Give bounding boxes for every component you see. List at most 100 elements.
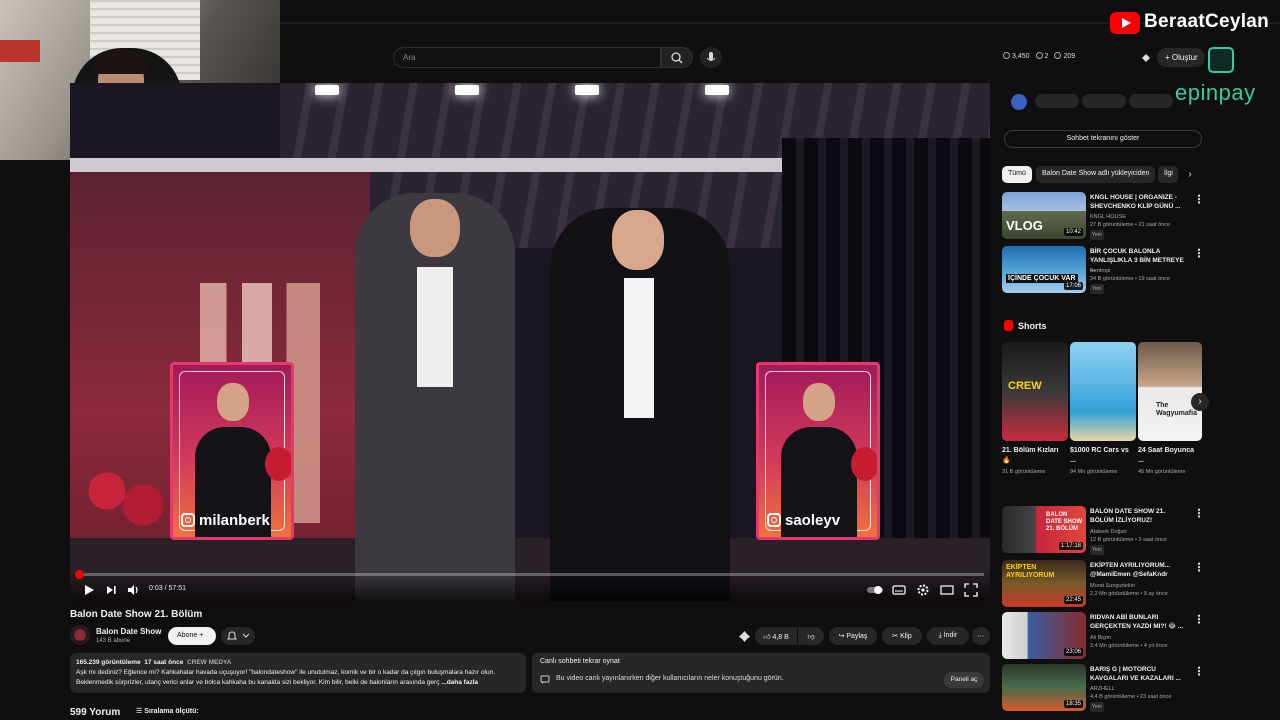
- dislike-button[interactable]: 👎︎: [798, 627, 824, 645]
- clip-icon: ✂: [892, 633, 901, 640]
- chip-related[interactable]: İlgi: [1158, 166, 1178, 183]
- video-title[interactable]: RIDVAN ABİ BUNLARI GERÇEKTEN YAZDI MI?! …: [1090, 613, 1186, 631]
- host-shirt: [624, 278, 654, 418]
- video-title[interactable]: EKİPTEN AYRILIYORUM... @MamiEmen @SefaKn…: [1090, 561, 1186, 579]
- more-icon[interactable]: [1197, 562, 1201, 572]
- chip-uploader[interactable]: Balon Date Show adlı yükleyiciden: [1036, 166, 1156, 183]
- chip-all[interactable]: Tümü: [1002, 166, 1032, 183]
- shorts-next-button[interactable]: ›: [1191, 393, 1209, 411]
- streamer-name: BeraatCeylan: [1144, 11, 1270, 32]
- video-title[interactable]: BARIŞ G | MOTORCU KAVGALARI VE KAZALARI …: [1090, 665, 1186, 683]
- channel-name[interactable]: Balon Date Show: [96, 627, 161, 636]
- channel-subscribers: 143 B abone: [96, 638, 131, 644]
- video-title[interactable]: BALON DATE SHOW 21. BÖLÜM İZLİYORUZ!: [1090, 507, 1186, 525]
- clock-icon: [1003, 52, 1010, 59]
- progress-scrubber[interactable]: [74, 570, 84, 579]
- channel-avatar[interactable]: [70, 625, 90, 645]
- progress-bar[interactable]: [74, 570, 984, 579]
- thumb-text: VLOG: [1006, 218, 1043, 233]
- description-tag[interactable]: CREW MEDYA: [187, 659, 232, 666]
- search-input[interactable]: Ara: [393, 47, 661, 68]
- share-button[interactable]: ↪ Paylaş: [829, 627, 877, 645]
- next-icon[interactable]: [104, 583, 118, 597]
- more-actions-button[interactable]: ⋯: [972, 627, 990, 645]
- notification-button[interactable]: [221, 627, 255, 645]
- epin-logo-icon: [1208, 47, 1234, 73]
- ceiling-light: [455, 85, 479, 95]
- create-button[interactable]: + Oluştur: [1157, 48, 1205, 67]
- thumb-text: CREW: [1008, 380, 1042, 392]
- webcam-person-hair: [94, 50, 148, 74]
- video-truss: [70, 158, 850, 172]
- host-shirt: [417, 267, 453, 387]
- more-icon[interactable]: [1197, 248, 1201, 258]
- subtitles-icon[interactable]: [892, 583, 906, 597]
- shorts-header: Shorts: [1004, 320, 1047, 331]
- chips-next-button[interactable]: ›: [1181, 166, 1199, 184]
- sort-button[interactable]: ☰ Sıralama ölçütü:: [136, 707, 199, 715]
- short-thumbnail[interactable]: The Wagyumafia: [1138, 342, 1202, 441]
- volume-icon[interactable]: [126, 583, 140, 597]
- video-thumbnail[interactable]: 23:06: [1002, 612, 1086, 659]
- coins-stat: 209: [1054, 52, 1075, 60]
- video-duration: 17:06: [1063, 282, 1083, 290]
- ceiling-light: [315, 85, 339, 95]
- short-title[interactable]: 24 Saat Boyunca ...: [1138, 446, 1200, 466]
- more-icon[interactable]: [1197, 614, 1201, 624]
- clip-button[interactable]: ✂ Klip: [882, 627, 922, 645]
- video-thumbnail[interactable]: BALON DATE SHOW 21. BÖLÜM 1:17:18: [1002, 506, 1086, 553]
- voice-search-button[interactable]: [700, 47, 722, 68]
- miniplayer-icon[interactable]: [940, 583, 954, 597]
- video-meta: Ali Biçim 3,4 Mn görüntüleme • 4 yıl önce: [1090, 635, 1168, 649]
- ceiling-light: [575, 85, 599, 95]
- mic-icon: [706, 52, 716, 61]
- settings-icon[interactable]: [916, 583, 930, 597]
- header-stats: 3,450 2 209: [1003, 52, 1075, 60]
- dislike-icon: 👎︎: [807, 634, 815, 641]
- autoplay-toggle-icon[interactable]: [866, 583, 884, 597]
- play-icon[interactable]: [82, 583, 96, 597]
- chat-icon: [540, 675, 550, 684]
- extension-icon[interactable]: [1140, 52, 1152, 64]
- show-chat-button[interactable]: Sohbet tekranını göster: [1004, 130, 1202, 148]
- video-thumbnail[interactable]: VLOG 10:42: [1002, 192, 1086, 239]
- card-person-face: [803, 383, 835, 421]
- video-duration: 18:35: [1063, 700, 1083, 708]
- video-title[interactable]: KNGL HOUSE | ORGANIZE - SHEVCHENKO KLİP …: [1090, 193, 1186, 211]
- video-thumbnail[interactable]: İÇİNDE ÇOCUK VAR 17:06: [1002, 246, 1086, 293]
- chat-pill[interactable]: [1082, 94, 1126, 108]
- more-icon[interactable]: [1197, 508, 1201, 518]
- chevron-right-icon: ›: [1188, 169, 1192, 180]
- more-icon[interactable]: [1197, 194, 1201, 204]
- description-box[interactable]: 165.239 görüntüleme 17 saat önce CREW ME…: [70, 653, 526, 693]
- video-lights: [315, 83, 755, 103]
- video-balloons: [80, 463, 170, 533]
- subscribe-button[interactable]: Abone +: [168, 627, 216, 645]
- video-host-right: [550, 208, 730, 601]
- fullscreen-icon[interactable]: [964, 583, 978, 597]
- contestant-card-left: milanberk: [170, 362, 294, 540]
- comment-count: 599 Yorum: [70, 707, 121, 718]
- open-panel-button[interactable]: Paneli aç: [944, 672, 984, 688]
- short-meta: 45 Mn görüntüleme: [1138, 469, 1186, 475]
- short-meta: 31 B görüntüleme: [1002, 469, 1046, 475]
- short-title[interactable]: 21. Bölüm Kızları 🔥: [1002, 446, 1064, 466]
- like-button[interactable]: 👍︎ 4,8 B: [755, 627, 797, 645]
- screen: Ara 3,450 2 209 + Oluştur BeraatCeylan e…: [0, 0, 1280, 720]
- short-thumbnail[interactable]: [1070, 342, 1136, 441]
- video-player[interactable]: milanberk saoleyv 0:03 / 57:51: [70, 83, 990, 601]
- short-title[interactable]: $1000 RC Cars vs ...: [1070, 446, 1132, 466]
- more-icon[interactable]: [1197, 666, 1201, 676]
- upload-age: 17 saat önce: [144, 659, 184, 666]
- video-thumbnail[interactable]: 18:35: [1002, 664, 1086, 711]
- chat-pill[interactable]: [1129, 94, 1173, 108]
- short-thumbnail[interactable]: CREW: [1002, 342, 1068, 441]
- plus-icon: +: [1165, 53, 1172, 62]
- live-chat-replay-text: Bu video canlı yayınlanırken diğer kulla…: [556, 675, 784, 682]
- show-more-link[interactable]: ...daha fazla: [441, 679, 478, 686]
- search-button[interactable]: [661, 47, 693, 68]
- chat-pill[interactable]: [1035, 94, 1079, 108]
- video-thumbnail[interactable]: EKİPTEN AYRILIYORUM 22:45: [1002, 560, 1086, 607]
- download-button[interactable]: ⤓ İndir: [927, 627, 969, 645]
- thanks-icon[interactable]: [738, 630, 751, 643]
